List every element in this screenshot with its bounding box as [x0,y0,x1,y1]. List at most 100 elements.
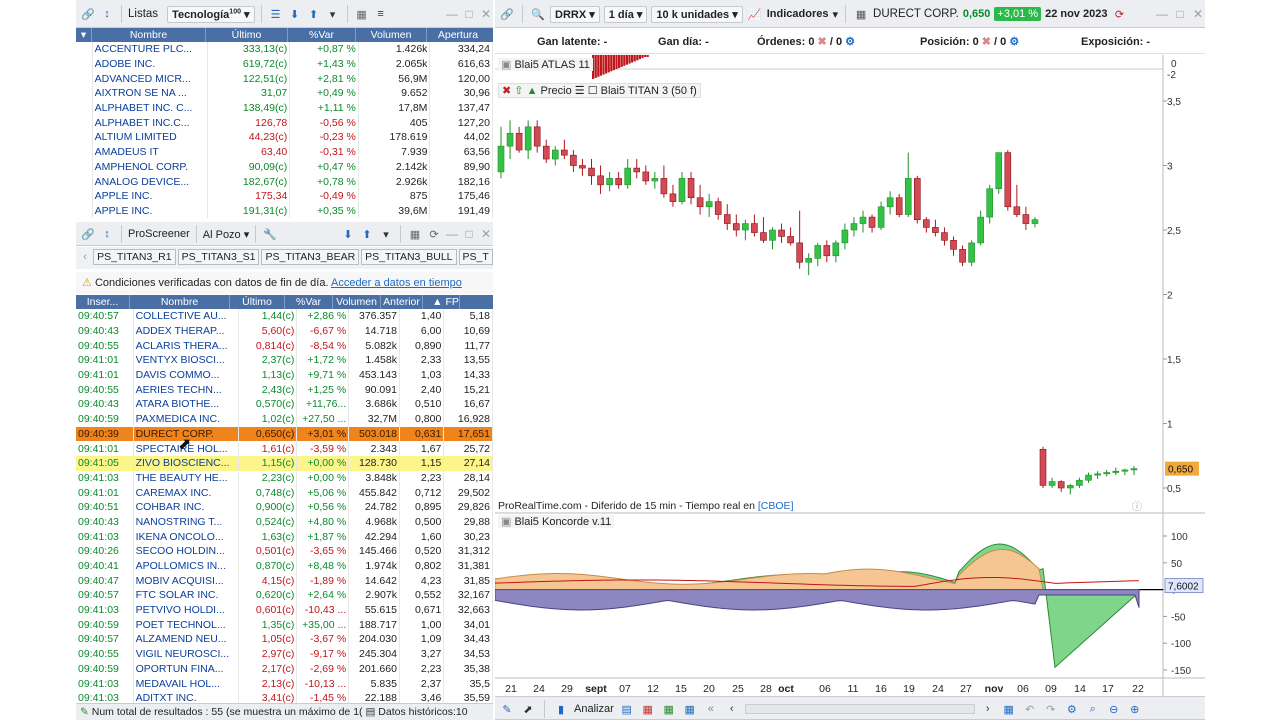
table-row[interactable]: 09:40:57 ALZAMEND NEU... 1,05(c) -3,67 % 204… [76,632,493,647]
scrollbar[interactable] [744,704,975,714]
close-icon[interactable]: ✕ [479,227,493,241]
cancel-orders-icon[interactable]: ✖ [818,36,827,48]
minimize-icon[interactable]: — [445,7,459,21]
col-open[interactable]: Apertura [427,28,489,42]
window-link-icon[interactable]: 🔗 [80,6,96,22]
table-row[interactable]: AMPHENOL CORP. 90,09(c) +0,47 % 2.142k 89,90 [76,159,493,175]
window-link-icon[interactable]: 🔗 [80,226,96,242]
list-icon[interactable]: ☰ [575,85,585,97]
col-fp[interactable]: ▲ FP [423,295,469,309]
scroll-left-icon[interactable]: ‹ [724,701,740,717]
close-icon[interactable]: ✕ [479,7,493,21]
table-row[interactable]: 09:40:43 ADDEX THERAP... 5,60(c) -6,67 % 14.… [76,323,493,339]
proscreener-label[interactable]: ProScreener [128,228,190,240]
sort-down-icon[interactable]: ⬇ [287,6,303,22]
menu-icon[interactable]: ≡ [373,6,389,22]
sort-up-icon[interactable]: ⬆ [306,6,322,22]
close-position-icon[interactable]: ✖ [982,36,991,48]
table-row[interactable]: 09:40:59 OPORTUN FINA... 2,17(c) -2,69 % 201… [76,661,493,677]
table-row[interactable]: 09:41:01 SPECTAIRE HOL... 1,61(c) -3,59 % 2.… [76,441,493,456]
ticker-select[interactable]: DRRX ▾ [550,5,600,23]
col-var[interactable]: %Var [288,28,356,42]
col-var[interactable]: %Var [285,295,333,309]
table-row[interactable]: AMADEUS IT 63,40 -0,31 % 7.939 63,56 [76,144,493,160]
up-icon[interactable]: ⇧ [514,85,523,97]
table-row[interactable]: 09:40:57 FTC SOLAR INC. 0,620(c) +2,64 % 2.9… [76,588,493,603]
zoom-out-icon[interactable]: ⊖ [1106,701,1122,717]
indicators-button[interactable]: Indicadores [767,8,829,20]
wrench-icon[interactable]: 🔧 [262,226,278,242]
dropdown-icon[interactable]: ▾ [325,6,341,22]
table-row[interactable]: 09:40:51 COHBAR INC. 0,900(c) +0,56 % 24.782… [76,499,493,515]
info-icon[interactable]: ⓘ [1132,498,1142,513]
table-row[interactable]: 09:41:03 PETVIVO HOLDI... 0,601(c) -10,43 .… [76,602,493,618]
screener-tab[interactable]: PS_TITAN3_S1 [177,249,260,265]
analyze-button[interactable]: Analizar [574,703,614,715]
chart-link-icon[interactable]: ↕ [99,226,115,242]
layers-icon[interactable]: ▦ [682,701,698,717]
maximize-icon[interactable]: □ [462,7,476,21]
col-name[interactable]: Nombre [130,295,230,309]
table-icon[interactable]: ▦ [853,6,869,22]
table-row[interactable]: 09:41:03 ADITXT INC. 3,41(c) -1,45 % 22.188 3… [76,690,493,703]
close-icon[interactable]: ✕ [1191,7,1205,21]
col-last[interactable]: Último [206,28,288,42]
tools-icon[interactable]: ⚙ [1064,701,1080,717]
window-link-icon[interactable]: 🔗 [499,6,515,22]
table-row[interactable]: ANALOG DEVICE... 182,67(c) +0,78 % 2.926k 18… [76,174,493,189]
chart-link-icon[interactable]: ↕ [99,6,115,22]
rewind-icon[interactable]: « [703,701,719,717]
realtime-link[interactable]: Acceder a datos en tiempo [331,277,462,289]
calc-icon[interactable]: ▦ [640,701,656,717]
table-row[interactable]: 09:40:43 NANOSTRING T... 0,524(c) +4,80 % 4.… [76,514,493,530]
table-row[interactable]: 09:40:26 SECOO HOLDIN... 0,501(c) -3,65 % 14… [76,544,493,559]
scroll-right-icon[interactable]: › [980,701,996,717]
columns-icon[interactable]: ☰ [268,6,284,22]
table-row[interactable]: 09:40:59 POET TECHNOL... 1,35(c) +35,00 ...… [76,617,493,633]
price-label[interactable]: Precio [541,85,572,97]
table-row[interactable]: 09:41:01 VENTYX BIOSCI... 2,37(c) +1,72 % 1.… [76,353,493,368]
close-panel-icon[interactable]: ✖ [502,85,511,97]
table-row[interactable]: 09:41:05 ZIVO BIOSCIENC... 1,15(c) +0,00 % 1… [76,455,493,471]
table-row[interactable]: 09:40:43 ATARA BIOTHE... 0,570(c) +11,76...… [76,397,493,412]
table-row[interactable]: ADOBE INC. 619,72(c) +1,43 % 2.065k 616,63 [76,56,493,72]
layout-icon[interactable]: ▦ [407,226,423,242]
minimize-icon[interactable]: — [445,227,459,241]
col-prev[interactable]: Anterior [381,295,423,309]
table-row[interactable]: AIXTRON SE NA ... 31,07 +0,49 % 9.652 30,96 [76,86,493,101]
maximize-icon[interactable]: □ [462,227,476,241]
units-select[interactable]: 10 k unidades ▾ [651,5,743,23]
pozo-select[interactable]: Al Pozo ▾ [203,228,250,241]
maximize-icon[interactable]: □ [1173,7,1187,21]
table-row[interactable]: ACCENTURE PLC... 333,13(c) +0,87 % 1.426k 33… [76,42,493,57]
table-row[interactable]: APPLE INC. 175,34 -0,49 % 875 175,46 [76,188,493,204]
sort-up-icon[interactable]: ⬆ [359,226,375,242]
position-settings-icon[interactable]: ⚙ [1009,36,1019,48]
table-row[interactable]: 09:40:55 AERIES TECHN... 2,43(c) +1,25 % 90.… [76,382,493,398]
koncorde-label[interactable]: ▣ Blai5 Koncorde v.11 [498,515,615,528]
share-icon[interactable]: ⟳ [426,226,442,242]
screener-tab[interactable]: PS_TITAN3_BULL [361,249,457,265]
screener-tab[interactable]: PS_T [458,249,493,265]
draw-icon[interactable]: ✎ [499,701,515,717]
titan-label[interactable]: Blai5 TITAN 3 (50 f) [601,85,697,97]
table-row[interactable]: APPLE INC. 191,31(c) +0,35 % 39,6M 191,49 [76,203,493,218]
screener-tab[interactable]: PS_TITAN3_BEAR [261,249,360,265]
search-icon[interactable]: 🔍 [530,6,546,22]
col-volume[interactable]: Volumen [333,295,381,309]
screener-tab[interactable]: PS_TITAN3_R1 [93,249,176,265]
list-select[interactable]: Tecnología100 ▾ [167,5,255,23]
indicators-icon[interactable]: 📈 [747,6,763,22]
layout-icon[interactable]: ▦ [354,6,370,22]
checkbox-icon[interactable]: ☐ [588,85,598,97]
col-volume[interactable]: Volumen [356,28,427,42]
cursor-icon[interactable]: ⬈ [520,701,536,717]
zoom-fit-icon[interactable]: ⌕ [1085,701,1101,717]
refresh-icon[interactable]: ⟳ [1111,6,1127,22]
table-row[interactable]: 09:41:03 IKENA ONCOLO... 1,63(c) +1,87 % 42.… [76,529,493,544]
table-row[interactable]: 09:40:59 PAXMEDICA INC. 1,02(c) +27,50 ... 3… [76,411,493,427]
analyze-icon[interactable]: ▮ [553,701,569,717]
table-row[interactable]: 09:40:55 VIGIL NEUROSCI... 2,97(c) -9,17 % 2… [76,646,493,662]
table-row[interactable]: 09:40:41 APOLLOMICS IN... 0,870(c) +8,48 % 1… [76,558,493,574]
grid-view-icon[interactable]: ▦ [1001,701,1017,717]
